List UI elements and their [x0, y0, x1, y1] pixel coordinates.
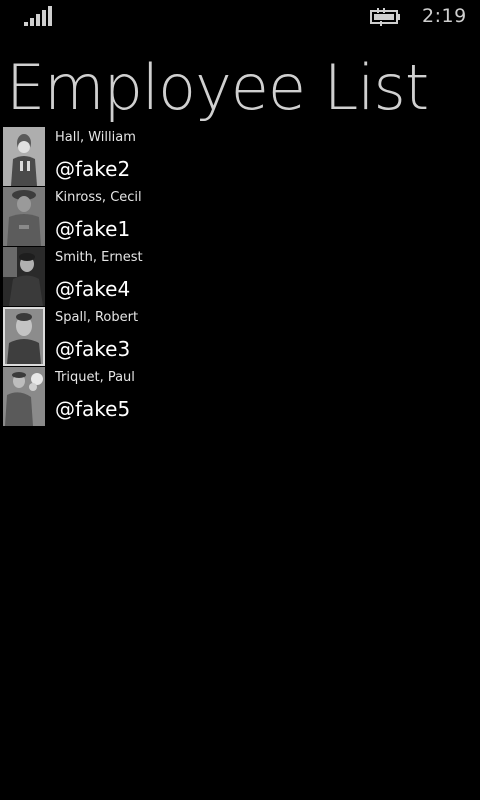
employee-list-item[interactable]: Smith, Ernest @fake4	[0, 246, 480, 306]
status-time: 2:19	[422, 5, 467, 27]
employee-list-item[interactable]: Triquet, Paul @fake5	[0, 366, 480, 426]
employee-photo	[3, 367, 45, 426]
employee-handle: @fake3	[55, 337, 131, 361]
employee-name: Triquet, Paul	[55, 370, 135, 385]
employee-handle: @fake5	[55, 397, 131, 421]
status-bar: 2:19	[0, 0, 480, 32]
employee-handle: @fake4	[55, 277, 131, 301]
employee-photo	[3, 127, 45, 186]
signal-strength-icon	[24, 6, 52, 26]
battery-charging-icon	[370, 8, 400, 26]
employee-photo	[3, 307, 45, 366]
employee-handle: @fake1	[55, 217, 131, 241]
employee-list: Hall, William @fake2 Kinross, Cecil @fak…	[0, 126, 480, 426]
employee-name: Kinross, Cecil	[55, 190, 142, 205]
employee-name: Hall, William	[55, 130, 136, 145]
employee-photo	[3, 247, 45, 306]
employee-list-item[interactable]: Hall, William @fake2	[0, 126, 480, 186]
employee-name: Smith, Ernest	[55, 250, 143, 265]
page-title: Employee List	[6, 51, 429, 124]
employee-list-item[interactable]: Spall, Robert @fake3	[0, 306, 480, 366]
employee-photo	[3, 187, 45, 246]
employee-handle: @fake2	[55, 157, 131, 181]
employee-name: Spall, Robert	[55, 310, 139, 325]
employee-list-item[interactable]: Kinross, Cecil @fake1	[0, 186, 480, 246]
